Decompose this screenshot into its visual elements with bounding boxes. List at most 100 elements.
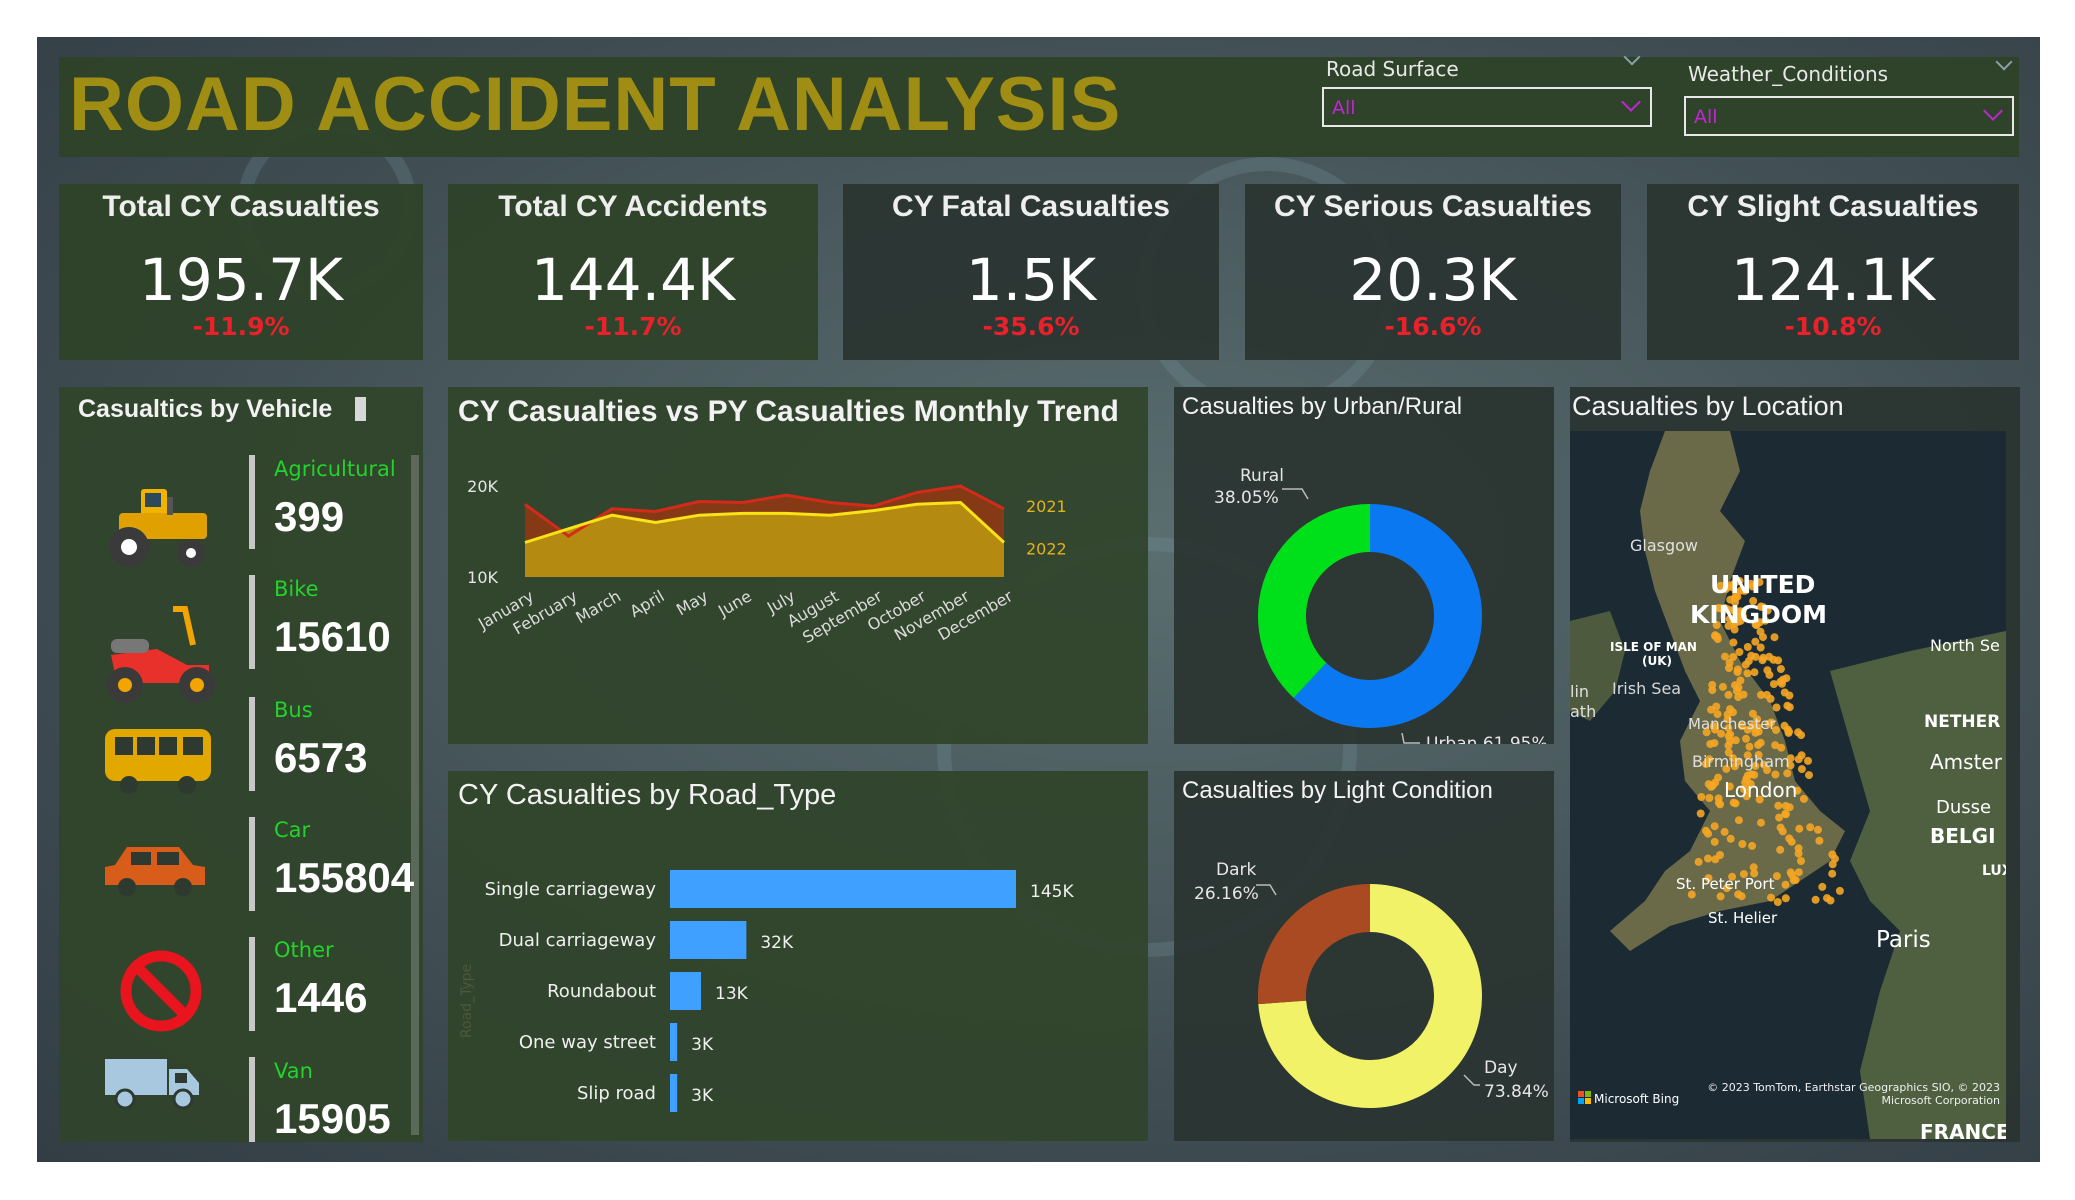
casualty-dot bbox=[1704, 829, 1713, 838]
location-map[interactable]: Glasgow UNITED KINGDOM ISLE OF MAN (UK) … bbox=[1570, 431, 2006, 1139]
casualty-dot bbox=[1781, 801, 1790, 810]
map-label: St. Peter Port bbox=[1676, 875, 1775, 893]
casualty-dot bbox=[1804, 756, 1812, 765]
casualty-dot bbox=[1811, 895, 1820, 904]
data-label: 145K bbox=[1030, 882, 1074, 902]
light-condition-panel: Casualties by Light Condition Dark 26.16%… bbox=[1174, 771, 1554, 1141]
map-label: LUX bbox=[1982, 863, 2006, 879]
casualty-dot bbox=[1716, 892, 1725, 901]
bus-icon bbox=[105, 729, 211, 794]
casualty-dot bbox=[1729, 638, 1738, 647]
light-condition-donut: Dark 26.16% Day 73.84% bbox=[1194, 860, 1549, 1108]
slicer-value: All bbox=[1332, 97, 1356, 119]
category-label: Dual carriageway bbox=[499, 930, 657, 951]
map-label: Paris bbox=[1876, 927, 1931, 953]
slice-label: 73.84% bbox=[1484, 1082, 1549, 1102]
vehicle-label: Bike bbox=[274, 577, 319, 601]
map-label: ath bbox=[1570, 702, 1596, 721]
road-surface-dropdown[interactable]: All bbox=[1322, 87, 1652, 127]
location-map-title: Casualties by Location bbox=[1572, 391, 1844, 421]
kpi-value: 1.5K bbox=[965, 246, 1097, 314]
casualty-dot bbox=[1806, 823, 1815, 832]
casualty-dot bbox=[1777, 743, 1786, 752]
vehicle-panel: Casualtics by Vehicle Agricultural 399 B… bbox=[59, 387, 423, 1142]
weather-conditions-slicer[interactable]: Weather_Conditions All bbox=[1684, 53, 2018, 142]
casualty-dot bbox=[1774, 656, 1783, 665]
chevron-down-icon[interactable] bbox=[1623, 48, 1641, 66]
casualty-dot bbox=[1772, 703, 1781, 712]
map-label: UNITED bbox=[1710, 570, 1815, 599]
casualty-dot bbox=[1785, 691, 1794, 700]
casualty-dot bbox=[1743, 669, 1752, 678]
casualty-dot bbox=[1733, 668, 1742, 677]
casualty-dot bbox=[1776, 823, 1785, 832]
weather-conditions-dropdown[interactable]: All bbox=[1684, 96, 2014, 136]
casualty-dot bbox=[1759, 633, 1767, 642]
casualty-dot bbox=[1795, 824, 1804, 833]
casualty-dot bbox=[1769, 680, 1778, 689]
kpi-title: CY Serious Casualties bbox=[1274, 190, 1592, 223]
casualty-dot bbox=[1712, 702, 1721, 711]
category-label: Roundabout bbox=[547, 981, 656, 1002]
vehicle-label: Van bbox=[274, 1059, 313, 1083]
casualty-dot bbox=[1776, 665, 1785, 673]
casualty-dot bbox=[1724, 690, 1733, 699]
slice-rural bbox=[1258, 504, 1370, 698]
kpi-card-serious-casualties: CY Serious Casualties 20.3K -16.6% bbox=[1245, 184, 1621, 360]
category-label: Single carriageway bbox=[485, 879, 657, 900]
map-label: KINGDOM bbox=[1690, 600, 1827, 629]
casualty-dot bbox=[1704, 854, 1712, 863]
map-label: BELGI bbox=[1930, 824, 1996, 848]
leader-line bbox=[1282, 488, 1309, 500]
bar bbox=[670, 870, 1016, 908]
scroll-handle[interactable] bbox=[355, 397, 366, 421]
casualty-dot bbox=[1770, 633, 1779, 642]
casualty-dot bbox=[1742, 734, 1750, 743]
kpi-title: CY Fatal Casualties bbox=[892, 190, 1170, 223]
x-tick-label: March bbox=[572, 586, 624, 627]
casualty-dot bbox=[1758, 656, 1767, 665]
slice-dark bbox=[1258, 884, 1370, 1005]
bar bbox=[670, 972, 702, 1010]
scrollbar[interactable] bbox=[411, 455, 419, 1135]
map-label: (UK) bbox=[1642, 654, 1672, 668]
casualty-dot bbox=[1797, 731, 1806, 740]
leader-line bbox=[1256, 884, 1277, 896]
kpi-card-total-accidents: Total CY Accidents 144.4K -11.7% bbox=[448, 184, 818, 360]
casualty-dot bbox=[1835, 886, 1844, 895]
vehicle-label: Agricultural bbox=[274, 457, 396, 481]
map-label: Birmingham bbox=[1692, 752, 1790, 771]
casualty-dot bbox=[1747, 651, 1756, 660]
kpi-change: -10.8% bbox=[1784, 312, 1882, 341]
vehicle-label: Other bbox=[274, 938, 334, 962]
casualty-dot bbox=[1754, 740, 1763, 749]
leader-line bbox=[1401, 732, 1420, 744]
map-label: ISLE OF MAN bbox=[1610, 640, 1697, 654]
vehicle-bar bbox=[249, 817, 255, 911]
casualty-dot bbox=[1767, 893, 1775, 902]
casualty-dot bbox=[1828, 869, 1837, 878]
van-icon bbox=[105, 1059, 199, 1110]
map-logo-text: Microsoft Bing bbox=[1594, 1092, 1679, 1106]
y-axis-title: Road_Type bbox=[459, 964, 475, 1038]
monthly-trend-panel: CY Casualties vs PY Casualties Monthly T… bbox=[448, 387, 1148, 744]
kpi-title: Total CY Accidents bbox=[498, 190, 768, 223]
road-surface-slicer[interactable]: Road Surface All bbox=[1322, 48, 1652, 137]
urban-rural-donut: Rural38.05% Urban 61.95% bbox=[1214, 466, 1548, 744]
chevron-down-icon[interactable] bbox=[1621, 92, 1641, 112]
casualty-dot bbox=[1786, 868, 1795, 877]
casualty-dot bbox=[1696, 809, 1705, 818]
vehicle-panel-title: Casualtics by Vehicle bbox=[78, 395, 333, 423]
vehicle-bar bbox=[249, 1057, 255, 1142]
casualty-dot bbox=[1778, 679, 1786, 688]
casualty-dot bbox=[1710, 739, 1719, 748]
series-label-2021: 2021 bbox=[1026, 497, 1067, 516]
bar bbox=[670, 1074, 678, 1112]
slice-label: Dark bbox=[1216, 860, 1256, 880]
vehicle-value: 399 bbox=[274, 493, 345, 540]
chevron-down-icon[interactable] bbox=[1983, 101, 2003, 121]
casualty-dot bbox=[1735, 648, 1744, 656]
map-label: London bbox=[1724, 778, 1797, 802]
vehicle-label: Bus bbox=[274, 698, 313, 722]
casualty-dot bbox=[1738, 840, 1747, 848]
